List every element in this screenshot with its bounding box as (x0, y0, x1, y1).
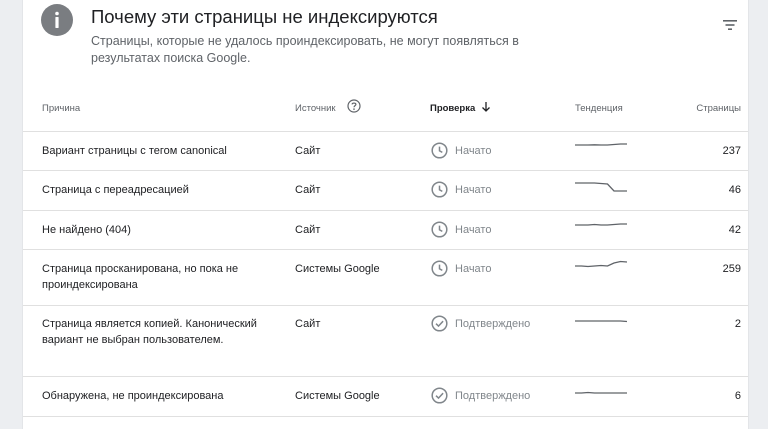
row-trend-sparkline (575, 260, 628, 277)
trend-line (575, 391, 627, 394)
row-pages-count: 2 (734, 318, 741, 330)
row-source: Сайт (295, 184, 321, 196)
status-text: Подтверждено (455, 318, 531, 330)
not-indexed-card: Почему эти страницы не индексируются Стр… (22, 0, 749, 429)
clock-icon (431, 142, 448, 159)
row-source: Системы Google (295, 263, 380, 275)
row-reason: Вариант страницы с тегом canonical (42, 145, 227, 157)
column-header-pages[interactable]: Страницы (696, 103, 741, 114)
row-source: Системы Google (295, 390, 380, 402)
status-text: Начато (455, 224, 492, 236)
row-reason: Не найдено (404) (42, 224, 131, 236)
table-row[interactable]: Страница с переадресацией Сайт Начато 46 (23, 170, 748, 211)
table-row[interactable]: Не найдено (404) Сайт Начато 42 (23, 210, 748, 250)
row-reason: Страница с переадресацией (42, 184, 189, 196)
row-reason: Страница просканирована, но пока не прои… (42, 263, 239, 291)
table-row[interactable]: Страница является копией. Канонический в… (23, 305, 748, 377)
sort-descending-icon[interactable] (481, 100, 491, 112)
trend-line (575, 320, 628, 323)
row-pages-count: 46 (728, 184, 741, 196)
clock-icon (431, 260, 448, 277)
row-reason: Страница является копией. Канонический в… (42, 318, 257, 346)
row-trend-sparkline (575, 142, 627, 159)
table-row[interactable]: Обнаружена, не проиндексирована Системы G… (23, 376, 748, 417)
status-text: Начато (455, 145, 492, 157)
row-reason: Обнаружена, не проиндексирована (42, 390, 224, 402)
help-icon[interactable] (347, 99, 361, 113)
row-trend-sparkline (575, 221, 627, 238)
row-source: Сайт (295, 145, 321, 157)
row-trend-sparkline (575, 181, 627, 198)
section-title: Почему эти страницы не индексируются (91, 6, 438, 27)
row-source: Сайт (295, 318, 321, 330)
status-text: Начато (455, 263, 492, 275)
status-text: Подтверждено (455, 390, 531, 402)
column-header-reason[interactable]: Причина (42, 103, 80, 114)
clock-icon (431, 221, 448, 238)
clock-icon (431, 181, 448, 198)
status-text: Начато (455, 184, 492, 196)
check-circle-icon (431, 315, 448, 332)
table-row[interactable]: Страница просканирована, но пока не прои… (23, 249, 748, 306)
filter-icon[interactable] (720, 15, 740, 35)
table-row[interactable]: Вариант страницы с тегом canonical Сайт На… (23, 131, 748, 171)
trend-line (575, 143, 627, 146)
row-pages-count: 237 (722, 145, 741, 157)
row-pages-count: 42 (728, 224, 741, 236)
table-header: Причина Источник Проверка Тенденция Стра… (23, 89, 748, 132)
check-circle-icon (431, 387, 448, 404)
trend-line (575, 182, 627, 192)
row-pages-count: 259 (722, 263, 741, 275)
info-icon (41, 4, 73, 36)
row-source: Сайт (295, 224, 321, 236)
column-header-source[interactable]: Источник (295, 103, 336, 114)
column-header-validation[interactable]: Проверка (430, 103, 475, 114)
column-header-trend: Тенденция (575, 103, 623, 114)
section-subtitle: Страницы, которые не удалось проиндексир… (91, 34, 519, 65)
row-trend-sparkline (575, 387, 627, 404)
row-trend-sparkline (575, 315, 628, 332)
trend-line (575, 223, 627, 226)
trend-line (575, 260, 628, 268)
row-pages-count: 6 (734, 390, 741, 402)
